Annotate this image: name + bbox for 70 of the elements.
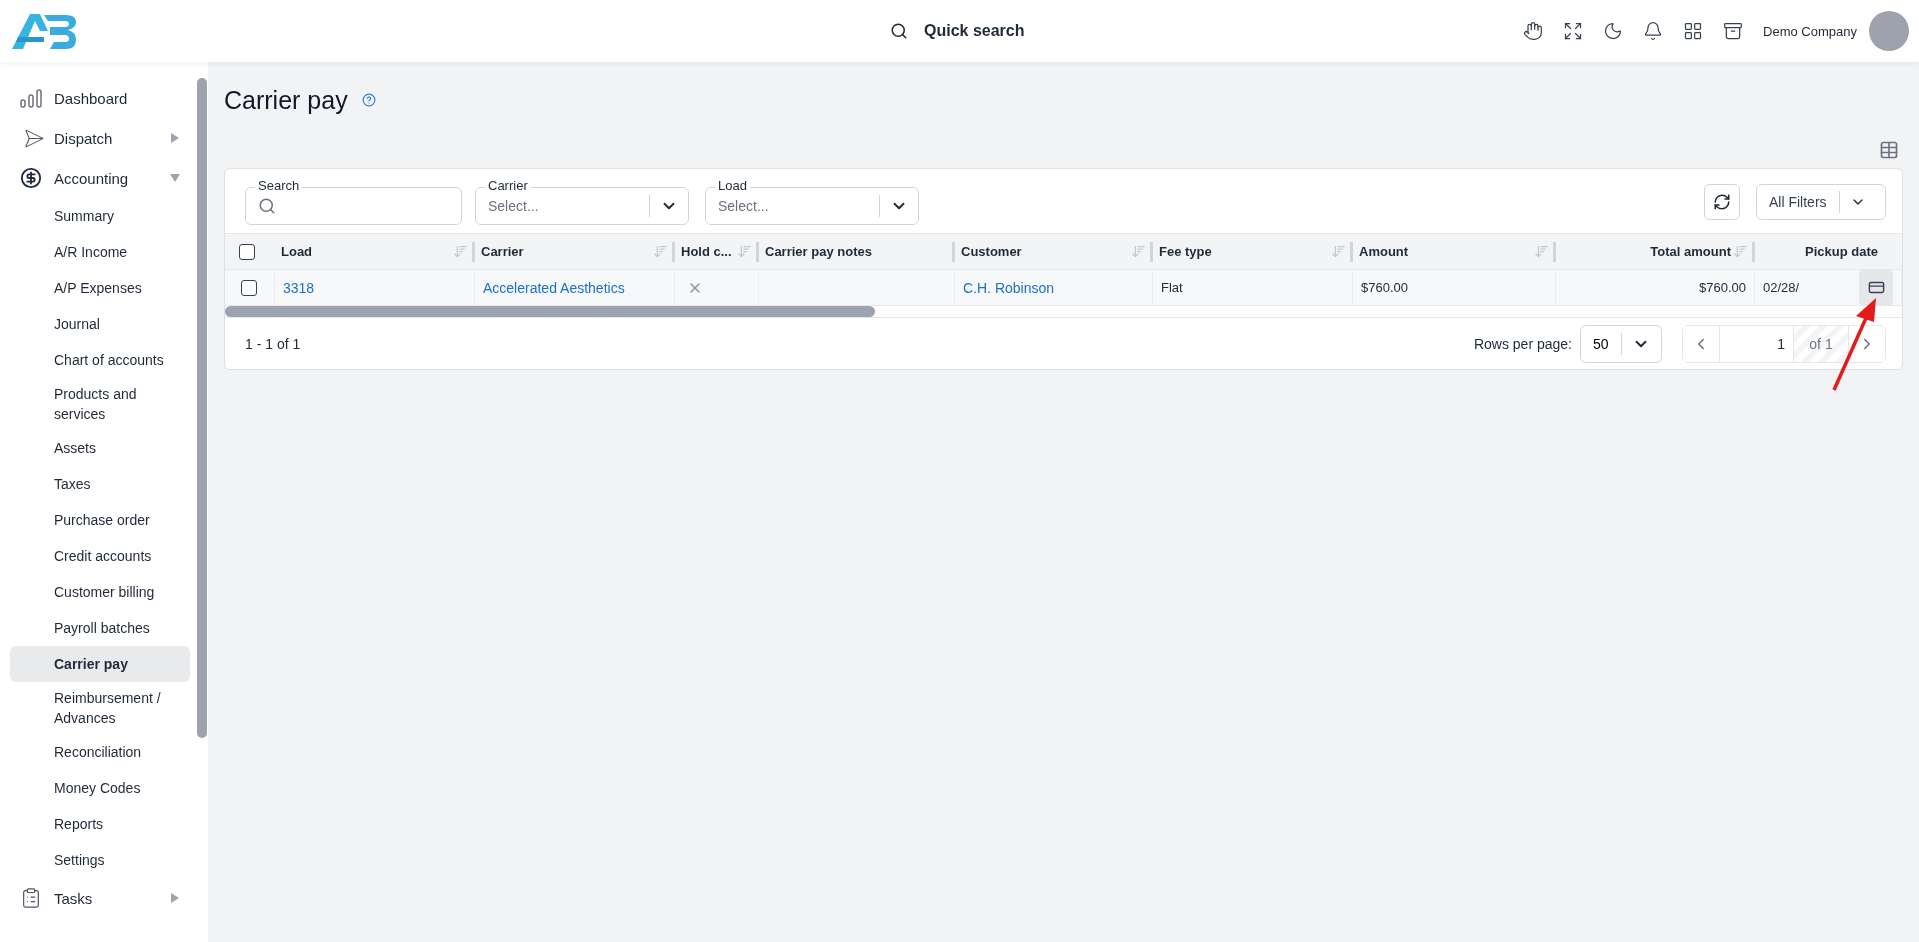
table-cell: $760.00 xyxy=(1699,280,1746,295)
apps-grid-icon[interactable] xyxy=(1683,21,1704,41)
sidebar-subitem[interactable]: Carrier pay xyxy=(10,646,190,682)
dollar-circle-icon xyxy=(20,167,42,189)
fullscreen-icon[interactable] xyxy=(1563,21,1584,41)
sidebar-subitem[interactable]: Payroll batches xyxy=(10,610,190,646)
caret-icon xyxy=(170,893,180,903)
sidebar-subitem[interactable]: Settings xyxy=(10,842,190,878)
sort-icon xyxy=(1131,243,1146,259)
sidebar-subitem[interactable]: Reconciliation xyxy=(10,734,190,770)
sidebar-subitem[interactable]: A/P Expenses xyxy=(10,270,190,306)
sidebar-subitem[interactable]: Summary xyxy=(10,198,190,234)
sidebar-subitem[interactable]: Chart of accounts xyxy=(10,342,190,378)
company-name: Demo Company xyxy=(1763,23,1857,39)
hand-icon[interactable] xyxy=(1523,21,1544,41)
quick-search-button[interactable]: Quick search xyxy=(890,22,1025,40)
sort-icon xyxy=(1534,243,1549,259)
table-view-icon[interactable] xyxy=(1879,140,1899,160)
sidebar-subitem[interactable]: Assets xyxy=(10,430,190,466)
rows-per-page-select[interactable]: 50 xyxy=(1580,324,1662,363)
sidebar-subitem[interactable]: A/R Income xyxy=(10,234,190,270)
placeholder-text: Select... xyxy=(488,198,540,214)
caret-icon xyxy=(170,173,180,183)
table-link[interactable]: 3318 xyxy=(283,279,315,296)
notifications-icon[interactable] xyxy=(1643,21,1664,41)
sidebar-subitem[interactable]: Products and services xyxy=(10,378,190,430)
placeholder-text: Select... xyxy=(718,198,770,214)
sort-icon xyxy=(653,243,668,259)
rows-per-page-label: Rows per page: xyxy=(1473,335,1572,352)
sort-icon xyxy=(1331,243,1346,259)
table-cell: $760.00 xyxy=(1361,280,1408,295)
clipboard-icon xyxy=(20,887,42,909)
row-range: 1 - 1 of 1 xyxy=(245,335,301,352)
sort-icon xyxy=(1733,243,1748,259)
refresh-button[interactable] xyxy=(1704,184,1740,220)
refresh-icon xyxy=(1713,193,1731,211)
tray-icon[interactable] xyxy=(1723,21,1744,41)
caret-icon xyxy=(170,133,180,143)
scrollbar-thumb[interactable] xyxy=(197,78,207,738)
sidebar-item[interactable]: Tasks xyxy=(10,878,190,918)
search-icon xyxy=(258,197,276,215)
moon-icon[interactable] xyxy=(1603,21,1624,41)
field-label: Carrier xyxy=(485,179,531,193)
row-checkbox[interactable] xyxy=(241,279,257,296)
sort-icon xyxy=(737,243,752,259)
table-cell: Flat xyxy=(1161,280,1183,295)
sidebar-subitem[interactable]: Journal xyxy=(10,306,190,342)
sidebar-item[interactable]: Dispatch xyxy=(10,118,190,158)
sidebar-subitem[interactable]: Money Codes xyxy=(10,770,190,806)
sidebar-subitem[interactable]: Reimbursement / Advances xyxy=(10,682,190,734)
card-action-button[interactable] xyxy=(1859,270,1893,305)
select-all-checkbox[interactable] xyxy=(239,243,255,260)
search-icon xyxy=(890,22,908,40)
sidebar-subitem[interactable]: Reports xyxy=(10,806,190,842)
bar-chart-icon xyxy=(20,88,42,108)
sidebar-subitem[interactable]: Taxes xyxy=(10,466,190,502)
table-cell: 02/28/ xyxy=(1763,280,1800,295)
help-icon[interactable] xyxy=(361,93,376,107)
scrollbar-thumb[interactable] xyxy=(225,306,875,317)
sidebar-item[interactable]: Accounting xyxy=(10,158,190,198)
sidebar-subitem[interactable]: Customer billing xyxy=(10,574,190,610)
sidebar-subitem[interactable]: Credit accounts xyxy=(10,538,190,574)
field-label: Search xyxy=(255,179,303,193)
field-label: Load xyxy=(715,179,750,193)
page-total: of 1 xyxy=(1793,325,1849,362)
sidebar-item[interactable]: Dashboard xyxy=(10,78,190,118)
sidebar-subitem[interactable]: Purchase order xyxy=(10,502,190,538)
all-filters-button[interactable]: All Filters xyxy=(1756,184,1886,220)
sort-icon xyxy=(453,243,468,259)
page-title: Carrier pay xyxy=(224,85,348,115)
